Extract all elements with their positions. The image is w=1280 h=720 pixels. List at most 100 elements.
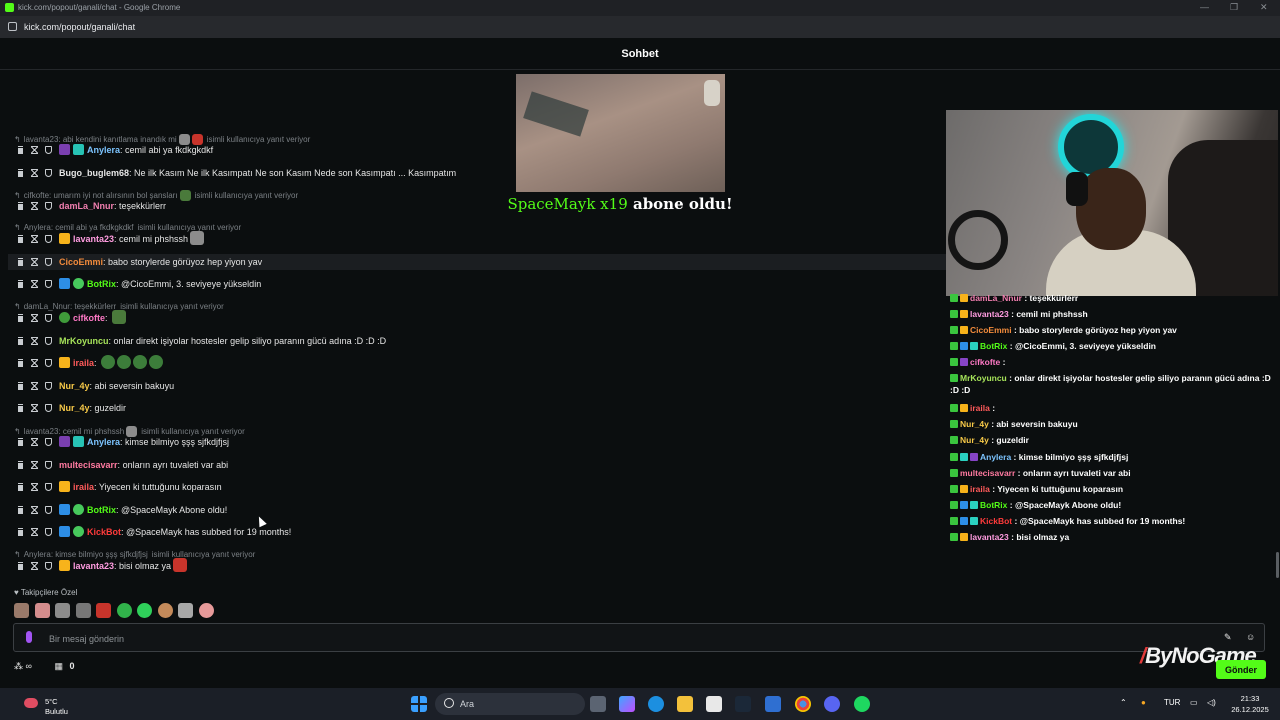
ban-icon[interactable] [45,562,52,570]
delete-message-icon[interactable] [17,337,24,345]
timeout-icon[interactable] [31,235,38,243]
ban-icon[interactable] [45,382,52,390]
emote-row[interactable] [14,603,217,619]
site-settings-icon[interactable] [8,22,17,31]
timeout-icon[interactable] [31,314,38,322]
emote-icon[interactable] [157,603,173,618]
chat-message[interactable]: CicoEmmi: babo storylerde görüyoz hep yi… [8,254,954,270]
tray-chevron-icon[interactable]: ⌃ [1120,698,1127,707]
ban-icon[interactable] [45,146,52,154]
close-icon[interactable]: ✕ [1260,2,1268,13]
discord-icon[interactable] [824,696,840,712]
ban-icon[interactable] [45,506,52,514]
chat-message[interactable]: iraila: [17,355,942,371]
emote-icon[interactable] [75,603,91,618]
chat-username[interactable]: multecisavarr [59,460,118,470]
chat-username[interactable]: KickBot [87,527,121,537]
chat-message[interactable]: BotRix: @SpaceMayk Abone oldu! [17,502,942,518]
ban-icon[interactable] [45,235,52,243]
taskbar-search[interactable]: Ara [435,693,585,715]
ban-icon[interactable] [45,483,52,491]
timeout-icon[interactable] [31,562,38,570]
emote-icon[interactable] [96,603,112,618]
chat-message[interactable]: lavanta23: cemil mi phshssh [17,231,942,247]
emoji-icon[interactable]: ☺ [1246,632,1255,642]
delete-message-icon[interactable] [17,235,24,243]
language-indicator[interactable]: TUR [1164,698,1180,707]
chat-message[interactable]: KickBot: @SpaceMayk has subbed for 19 mo… [17,524,942,540]
timeout-icon[interactable] [31,438,38,446]
chat-username[interactable]: Bugo_buglem68 [59,168,129,178]
edge-icon[interactable] [648,696,664,712]
delete-message-icon[interactable] [17,461,24,469]
tray-mic-icon[interactable]: ● [1141,698,1146,707]
ban-icon[interactable] [45,461,52,469]
ban-icon[interactable] [45,438,52,446]
chat-username[interactable]: lavanta23 [73,561,114,571]
delete-message-icon[interactable] [17,146,24,154]
steam-icon[interactable] [735,696,751,712]
chat-message[interactable]: Bugo_buglem68: Ne ilk Kasım Ne ilk Kasım… [17,165,942,181]
maximize-icon[interactable]: ❐ [1230,2,1238,13]
chat-message[interactable]: Anylera: kimse bilmiyo şşş sjfkdjfjsj [17,434,942,450]
spotify-icon[interactable] [854,696,870,712]
chat-username[interactable]: BotRix [87,505,116,515]
task-view-icon[interactable] [590,696,606,712]
chat-message[interactable]: Nur_4y: guzeldir [17,400,942,416]
chat-username[interactable]: Anylera [87,145,120,155]
translate-icon[interactable]: ✎ [1224,632,1232,643]
delete-message-icon[interactable] [17,314,24,322]
microphone-icon[interactable] [26,631,32,643]
timeout-icon[interactable] [31,359,38,367]
timeout-icon[interactable] [31,528,38,536]
timeout-icon[interactable] [31,202,38,210]
gift-icon[interactable]: ▦ [54,661,63,671]
settings-link-icon[interactable]: ⁂ ∞ [14,661,32,671]
network-icon[interactable]: ▭ [1190,698,1198,707]
chat-username[interactable]: cifkofte [73,313,105,323]
chat-username[interactable]: MrKoyuncu [59,336,109,346]
chat-username[interactable]: Anylera [87,437,120,447]
chat-message[interactable]: cifkofte: [17,310,942,326]
ban-icon[interactable] [45,202,52,210]
emote-icon[interactable] [34,603,50,618]
delete-message-icon[interactable] [17,438,24,446]
copilot-icon[interactable] [619,696,635,712]
url-text[interactable]: kick.com/popout/ganali/chat [24,22,135,32]
scrollbar[interactable] [1276,552,1279,578]
delete-message-icon[interactable] [17,169,24,177]
delete-message-icon[interactable] [17,506,24,514]
chat-username[interactable]: BotRix [87,279,116,289]
timeout-icon[interactable] [31,258,38,266]
chat-message[interactable]: Anylera: cemil abi ya fkdkgkdkf [17,142,942,158]
ban-icon[interactable] [45,280,52,288]
timeout-icon[interactable] [31,280,38,288]
delete-message-icon[interactable] [17,258,24,266]
delete-message-icon[interactable] [17,359,24,367]
delete-message-icon[interactable] [17,528,24,536]
chat-feed[interactable]: ↰ lavanta23: abi kendini kanıtlama inandı… [0,120,954,582]
delete-message-icon[interactable] [17,280,24,288]
start-button-icon[interactable] [411,696,427,712]
send-button[interactable]: Gönder [1216,660,1266,679]
ban-icon[interactable] [45,404,52,412]
chrome-icon[interactable] [795,696,811,712]
timeout-icon[interactable] [31,483,38,491]
store-icon[interactable] [706,696,722,712]
emote-icon[interactable] [55,603,71,618]
emote-icon[interactable] [14,603,29,618]
emote-icon[interactable] [137,603,153,618]
chat-message[interactable]: BotRix: @CicoEmmi, 3. seviyeye yükseldin [17,276,942,292]
timeout-icon[interactable] [31,404,38,412]
delete-message-icon[interactable] [17,382,24,390]
mail-icon[interactable] [765,696,781,712]
address-bar[interactable]: kick.com/popout/ganali/chat [0,16,1280,38]
timeout-icon[interactable] [31,169,38,177]
ban-icon[interactable] [45,258,52,266]
timeout-icon[interactable] [31,506,38,514]
file-explorer-icon[interactable] [677,696,693,712]
delete-message-icon[interactable] [17,562,24,570]
ban-icon[interactable] [45,359,52,367]
timeout-icon[interactable] [31,337,38,345]
delete-message-icon[interactable] [17,404,24,412]
